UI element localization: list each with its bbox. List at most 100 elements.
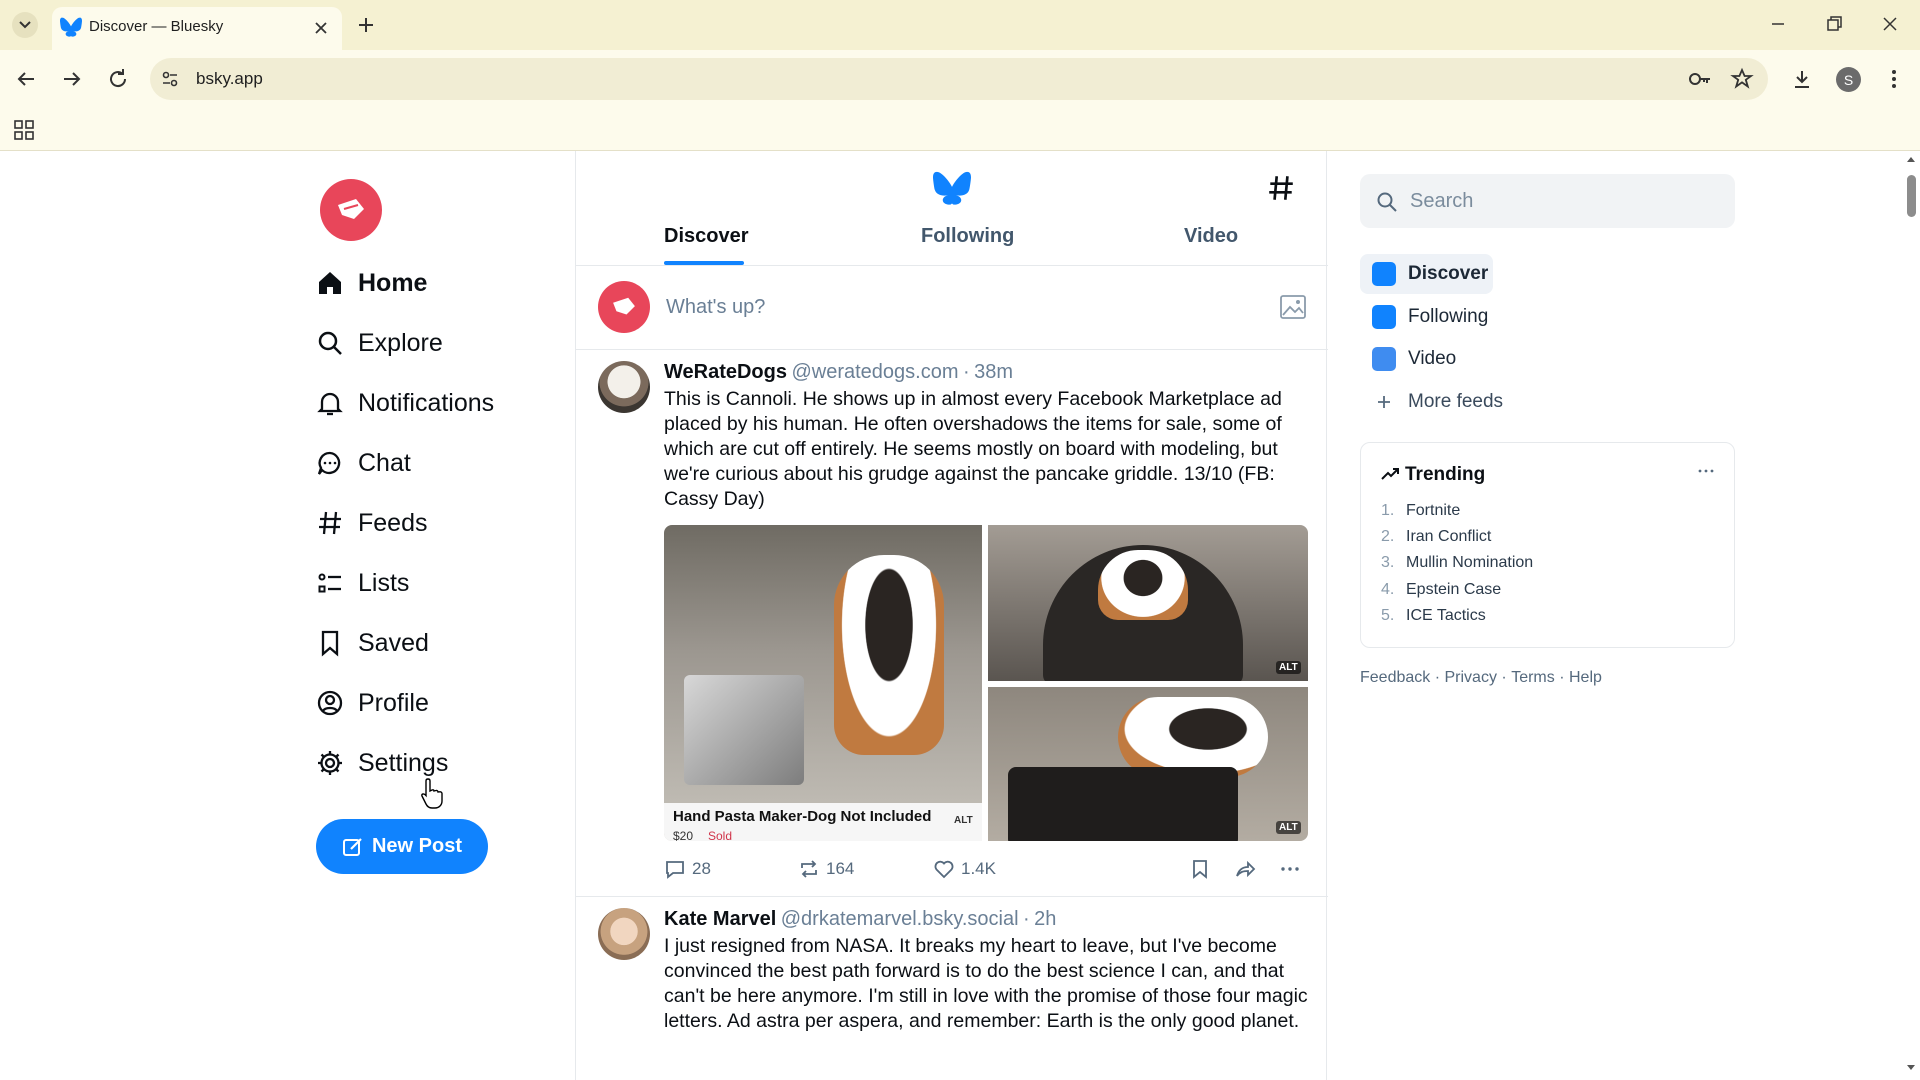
bookmark-icon[interactable] xyxy=(1189,858,1211,880)
new-post-label: New Post xyxy=(371,835,463,857)
reload-icon[interactable] xyxy=(106,67,130,91)
footer-links: Feedback · Privacy · Terms · Help xyxy=(1360,669,1602,687)
restore-icon[interactable] xyxy=(1824,14,1844,34)
list-icon xyxy=(318,573,341,593)
post-image-top-right[interactable]: ALT xyxy=(988,525,1308,681)
trending-title: Trending xyxy=(1405,464,1486,485)
nav-lists-label: Lists xyxy=(358,568,410,597)
post-author-name[interactable]: WeRateDogs xyxy=(664,361,787,383)
post-author-handle[interactable]: @drkatemarvel.bsky.social xyxy=(781,908,1019,930)
nav-notifications[interactable]: Notifications xyxy=(316,383,494,423)
repost-count: 164 xyxy=(826,859,855,878)
nav-lists[interactable]: Lists xyxy=(316,563,409,603)
plus-icon xyxy=(1378,396,1390,408)
trending-rank: 5. xyxy=(1381,607,1395,624)
image-upload-icon[interactable] xyxy=(1280,295,1306,319)
window-close-icon[interactable] xyxy=(1880,14,1900,34)
nav-saved[interactable]: Saved xyxy=(316,623,429,663)
tab-discover[interactable]: Discover xyxy=(664,225,749,248)
password-key-icon[interactable] xyxy=(1688,68,1712,90)
post-time[interactable]: 38m xyxy=(974,361,1013,383)
more-options-icon[interactable] xyxy=(1279,858,1301,880)
main-feed: Discover Following Video What's up? WeRa… xyxy=(575,151,1328,1080)
sidebar-feed-discover[interactable]: Discover xyxy=(1372,257,1488,291)
site-settings-icon[interactable] xyxy=(160,69,180,89)
post-author-name[interactable]: Kate Marvel xyxy=(664,908,776,930)
address-bar[interactable]: bsky.app xyxy=(150,58,1768,100)
forward-icon[interactable] xyxy=(60,67,84,91)
following-feed-icon xyxy=(1372,305,1396,329)
footer-link-help[interactable]: Help xyxy=(1569,669,1602,686)
browser-tab[interactable]: Discover — Bluesky xyxy=(52,7,342,50)
butterfly-logo-icon[interactable] xyxy=(933,171,971,205)
tab-video[interactable]: Video xyxy=(1184,225,1238,248)
new-post-button[interactable]: New Post xyxy=(316,819,488,874)
nav-explore[interactable]: Explore xyxy=(316,323,443,363)
browser-menu-icon[interactable] xyxy=(1882,67,1906,91)
home-icon xyxy=(319,272,341,294)
nav-feeds-label: Feeds xyxy=(358,508,428,537)
alt-badge[interactable]: ALT xyxy=(1276,821,1301,834)
trending-item[interactable]: 2. Iran Conflict xyxy=(1381,528,1491,546)
sidebar-feed-following[interactable]: Following xyxy=(1372,300,1488,334)
tabs-divider xyxy=(576,265,1328,266)
sidebar-feed-video[interactable]: Video xyxy=(1372,342,1456,376)
like-button[interactable]: 1.4K xyxy=(933,858,996,880)
tab-search-button[interactable] xyxy=(12,12,38,38)
reply-button[interactable]: 28 xyxy=(664,858,711,880)
footer-link-terms[interactable]: Terms xyxy=(1511,669,1555,686)
post-divider xyxy=(576,896,1328,897)
scrollbar-thumb[interactable] xyxy=(1907,175,1916,217)
trending-item[interactable]: 3. Mullin Nomination xyxy=(1381,554,1533,572)
post-avatar[interactable] xyxy=(598,908,650,960)
repost-button[interactable]: 164 xyxy=(798,858,854,880)
bluesky-logo[interactable] xyxy=(320,179,382,241)
trending-label: Epstein Case xyxy=(1406,581,1502,598)
new-tab-icon[interactable] xyxy=(355,14,377,36)
download-icon[interactable] xyxy=(1790,67,1814,91)
post-image-bottom-right[interactable]: ALT xyxy=(988,687,1308,841)
alt-badge[interactable]: ALT xyxy=(1276,661,1301,674)
image-caption: Hand Pasta Maker-Dog Not Included xyxy=(673,808,932,825)
alt-badge[interactable]: ALT xyxy=(954,815,973,826)
search-input[interactable]: Search xyxy=(1360,174,1735,228)
share-icon[interactable] xyxy=(1234,858,1256,880)
trending-label: Mullin Nomination xyxy=(1406,554,1534,571)
minimize-icon[interactable] xyxy=(1768,14,1788,34)
nav-chat[interactable]: Chat xyxy=(316,443,411,483)
composer-prompt[interactable]: What's up? xyxy=(666,296,765,319)
feeds-hash-icon[interactable] xyxy=(1266,173,1296,203)
apps-grid-icon[interactable] xyxy=(14,120,34,140)
tab-following[interactable]: Following xyxy=(921,225,1014,248)
footer-link-privacy[interactable]: Privacy xyxy=(1445,669,1497,686)
post-author-handle[interactable]: @weratedogs.com xyxy=(791,361,958,383)
dog-figure xyxy=(1098,550,1188,620)
post-image-main[interactable]: Hand Pasta Maker-Dog Not Included $20 So… xyxy=(664,525,982,841)
griddle-figure xyxy=(1008,767,1238,841)
post-separator: · xyxy=(1022,908,1030,930)
more-feeds-label: More feeds xyxy=(1408,391,1504,412)
trending-rank: 4. xyxy=(1381,581,1395,598)
more-feeds-link[interactable]: More feeds xyxy=(1372,385,1503,419)
profile-avatar-button[interactable]: S xyxy=(1836,67,1861,92)
post-time[interactable]: 2h xyxy=(1034,908,1056,930)
bookmark-star-icon[interactable] xyxy=(1730,67,1754,91)
page-scrollbar[interactable] xyxy=(1902,151,1920,1080)
post-image-grid: Hand Pasta Maker-Dog Not Included $20 So… xyxy=(664,525,1308,841)
footer-separator: · xyxy=(1501,669,1507,686)
composer-divider xyxy=(576,349,1328,350)
nav-home[interactable]: Home xyxy=(316,263,427,303)
trending-item[interactable]: 5. ICE Tactics xyxy=(1381,607,1486,625)
trending-item[interactable]: 4. Epstein Case xyxy=(1381,581,1501,599)
back-icon[interactable] xyxy=(14,67,38,91)
nav-profile[interactable]: Profile xyxy=(316,683,429,723)
trending-item[interactable]: 1. Fortnite xyxy=(1381,502,1460,520)
scroll-down-icon[interactable] xyxy=(1906,1064,1916,1072)
more-options-icon[interactable] xyxy=(1697,467,1715,475)
footer-link-feedback[interactable]: Feedback xyxy=(1360,669,1430,686)
composer-avatar[interactable] xyxy=(598,281,650,333)
scroll-up-icon[interactable] xyxy=(1906,155,1916,163)
post-avatar[interactable] xyxy=(598,361,650,413)
close-icon[interactable] xyxy=(312,19,330,37)
nav-feeds[interactable]: Feeds xyxy=(316,503,427,543)
